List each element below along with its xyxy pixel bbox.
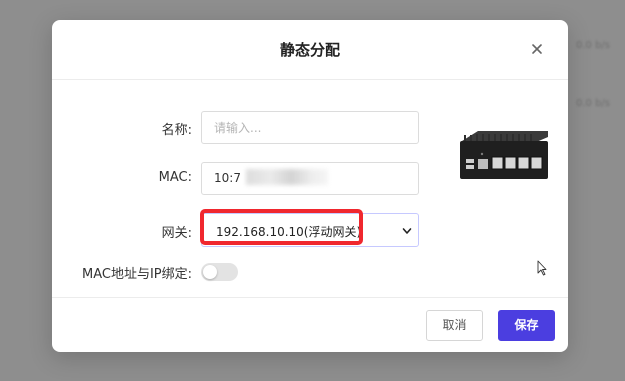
dialog-title: 静态分配 [279,41,340,59]
dialog-header: 静态分配 [52,20,568,80]
name-input-wrapper [201,111,419,144]
chevron-down-icon [402,228,412,234]
cancel-button[interactable]: 取消 [426,310,483,341]
mac-value: 10:7 [214,171,241,185]
mac-ip-binding-toggle[interactable] [201,263,238,281]
mac-input[interactable]: 10:7 [201,162,419,195]
mini-pc-router-icon [460,131,548,179]
gateway-selected-value: 192.168.10.10(浮动网关) [216,225,362,239]
dialog-footer: 取消 保存 [52,297,568,353]
toggle-knob [203,265,217,279]
static-assignment-dialog: 静态分配 名称: MAC: 10:7 网关: 192.168.10.10(浮动网… [52,20,568,352]
binding-label: MAC地址与IP绑定: [81,267,192,282]
close-icon[interactable] [530,42,544,56]
background-rate-text: 0.0 b/s [576,98,611,109]
name-label: 名称: [161,123,192,138]
mac-redacted-blur [246,169,328,185]
gateway-select[interactable]: 192.168.10.10(浮动网关) [201,213,419,247]
mac-label: MAC: [158,170,192,185]
name-input[interactable] [202,112,418,143]
save-button[interactable]: 保存 [498,310,555,341]
gateway-label: 网关: [161,226,192,241]
background-rate-text: 0.0 b/s [576,40,611,51]
mouse-cursor-icon [537,260,547,276]
